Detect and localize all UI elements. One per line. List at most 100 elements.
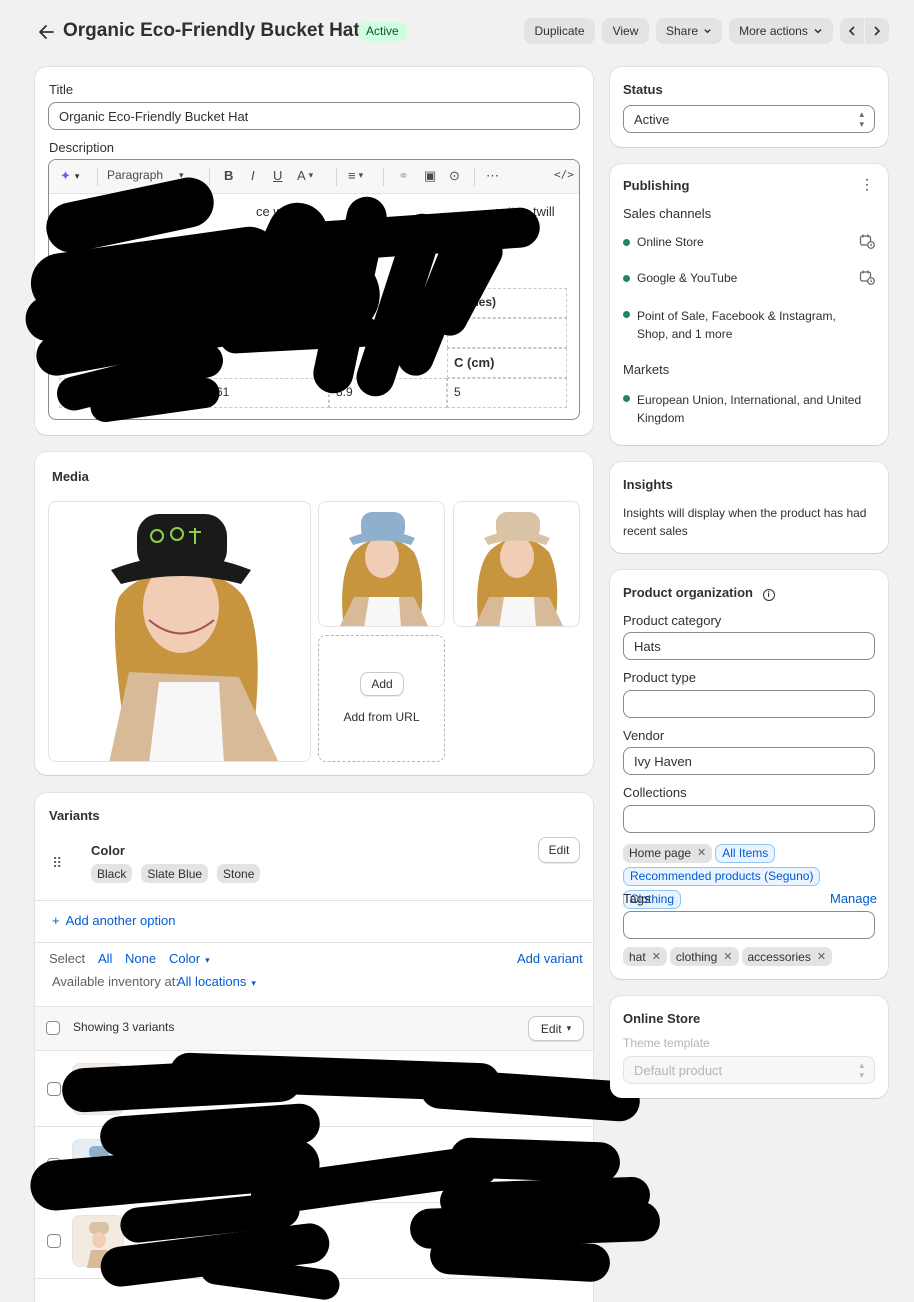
remove-icon[interactable]: ✕ bbox=[723, 950, 732, 963]
product-image-slate-blue[interactable] bbox=[318, 501, 445, 627]
size-table-cell: 5 bbox=[447, 378, 567, 408]
remove-icon[interactable]: ✕ bbox=[652, 950, 661, 963]
add-media-button[interactable]: Add bbox=[360, 672, 404, 696]
text-color-icon[interactable]: A ▾ bbox=[297, 168, 313, 183]
info-icon[interactable]: i bbox=[762, 589, 775, 601]
next-product-button[interactable] bbox=[865, 18, 889, 44]
back-arrow-icon[interactable] bbox=[38, 22, 56, 42]
align-icon[interactable]: ≡ ▾ bbox=[348, 168, 363, 183]
add-variant-link[interactable]: Add variant bbox=[517, 951, 583, 966]
more-actions-button[interactable]: More actions bbox=[729, 18, 833, 44]
tag-chip: accessories ✕ bbox=[741, 947, 833, 966]
video-icon[interactable]: ⊙ bbox=[449, 168, 460, 184]
select-arrows-icon: ▴ ▾ bbox=[859, 109, 864, 129]
code-view-icon[interactable]: </> bbox=[554, 168, 574, 181]
select-all-link[interactable]: All bbox=[98, 951, 112, 966]
vendor-input[interactable]: Ivy Haven bbox=[623, 747, 875, 775]
collections-label: Collections bbox=[623, 785, 687, 800]
italic-icon[interactable]: I bbox=[251, 168, 255, 183]
remove-icon[interactable]: ✕ bbox=[697, 842, 706, 865]
product-image-stone[interactable] bbox=[453, 501, 580, 627]
share-button[interactable]: Share bbox=[656, 18, 722, 44]
vendor-label: Vendor bbox=[623, 728, 665, 743]
tag-chip-label: clothing bbox=[675, 949, 718, 964]
variant-checkbox[interactable] bbox=[47, 1234, 61, 1248]
status-select[interactable]: Active ▴ ▾ bbox=[623, 105, 875, 133]
tags-input[interactable] bbox=[623, 911, 875, 939]
product-type-input[interactable] bbox=[623, 690, 875, 718]
chevron-down-icon: ▾ bbox=[205, 955, 210, 965]
select-label: Select bbox=[49, 951, 86, 966]
divider bbox=[35, 900, 593, 901]
all-locations-label: All locations bbox=[177, 974, 247, 989]
calendar-schedule-icon[interactable] bbox=[859, 233, 875, 252]
link-icon[interactable]: ⚭ bbox=[398, 168, 409, 184]
more-options-icon[interactable]: ⋮ bbox=[860, 177, 874, 191]
chevron-down-icon: ▾ bbox=[251, 978, 256, 988]
chevron-down-icon bbox=[814, 28, 822, 34]
bulk-edit-button[interactable]: Edit ▾ bbox=[528, 1016, 584, 1041]
collections-input[interactable] bbox=[623, 805, 875, 833]
product-type-label: Product type bbox=[623, 670, 696, 685]
available-inventory-label: Available inventory at: bbox=[52, 974, 179, 989]
view-label: View bbox=[612, 24, 639, 38]
add-from-url-link[interactable]: Add from URL bbox=[319, 710, 444, 724]
toolbar-divider bbox=[383, 168, 384, 186]
duplicate-label: Duplicate bbox=[534, 24, 585, 38]
product-category-input[interactable]: Hats bbox=[623, 632, 875, 660]
share-label: Share bbox=[666, 24, 699, 38]
select-none-link[interactable]: None bbox=[125, 951, 156, 966]
duplicate-button[interactable]: Duplicate bbox=[524, 18, 595, 44]
bold-icon[interactable]: B bbox=[224, 168, 233, 183]
publishing-heading: Publishing bbox=[623, 178, 690, 193]
previous-product-button[interactable] bbox=[840, 18, 864, 44]
product-image-black[interactable] bbox=[48, 501, 311, 762]
image-icon[interactable]: ▣ bbox=[424, 168, 436, 184]
collection-chip: Home page ✕ bbox=[623, 842, 713, 865]
theme-template-select: Default product ▴ ▾ bbox=[623, 1056, 875, 1084]
paragraph-label: Paragraph bbox=[107, 168, 164, 182]
underline-icon[interactable]: U bbox=[273, 168, 282, 183]
drag-handle-icon[interactable]: ⠿ bbox=[52, 855, 62, 872]
all-locations-dropdown[interactable]: All locations ▾ bbox=[177, 974, 256, 989]
calendar-schedule-icon[interactable] bbox=[859, 269, 875, 288]
magic-ai-icon[interactable]: ✦ ▾ bbox=[60, 168, 79, 184]
toolbar-divider bbox=[209, 168, 210, 186]
bulk-edit-label: Edit bbox=[540, 1021, 562, 1036]
tag-chip: clothing ✕ bbox=[669, 947, 739, 966]
product-category-label: Product category bbox=[623, 613, 722, 628]
title-input[interactable]: Organic Eco-Friendly Bucket Hat bbox=[48, 102, 580, 130]
add-media-label: Add bbox=[371, 677, 393, 691]
toolbar-divider bbox=[474, 168, 475, 186]
media-dropzone[interactable]: Add Add from URL bbox=[318, 635, 445, 762]
add-another-option-link[interactable]: + Add another option bbox=[52, 913, 175, 928]
channel-other: Point of Sale, Facebook & Instagram, Sho… bbox=[637, 309, 836, 341]
edit-option-button[interactable]: Edit bbox=[538, 837, 580, 863]
market-item: European Union, International, and Unite… bbox=[637, 393, 862, 425]
select-arrows-icon: ▴ ▾ bbox=[859, 1060, 864, 1080]
collection-chip[interactable]: Recommended products (Seguno) bbox=[623, 867, 821, 886]
media-card: Media Add Add from URL bbox=[35, 452, 593, 775]
collection-chip-label: Home page bbox=[629, 846, 692, 860]
product-organization-card: Product organization i Product category … bbox=[610, 570, 888, 979]
collection-chip[interactable]: All Items bbox=[715, 844, 776, 863]
select-color-dropdown[interactable]: Color ▾ bbox=[169, 951, 210, 966]
plus-icon: + bbox=[52, 913, 60, 928]
select-color-label: Color bbox=[169, 951, 201, 966]
select-all-checkbox[interactable] bbox=[46, 1021, 60, 1035]
manage-tags-link[interactable]: Manage bbox=[830, 891, 877, 906]
view-button[interactable]: View bbox=[602, 18, 649, 44]
remove-icon[interactable]: ✕ bbox=[817, 950, 826, 963]
status-card: Status Active ▴ ▾ bbox=[610, 67, 888, 147]
more-formatting-icon[interactable]: ⋯ bbox=[486, 168, 499, 184]
market-status-dot bbox=[623, 395, 630, 402]
add-another-option-label: Add another option bbox=[65, 913, 176, 928]
option-name: Color bbox=[91, 843, 125, 858]
page-title: Organic Eco-Friendly Bucket Hat bbox=[63, 20, 360, 41]
variant-checkbox[interactable] bbox=[47, 1082, 61, 1096]
description-label: Description bbox=[49, 140, 115, 155]
size-table-cell: C (cm) bbox=[447, 348, 567, 378]
sales-channels-label: Sales channels bbox=[623, 206, 712, 221]
tag-chip-label: hat bbox=[629, 949, 646, 964]
status-badge: Active bbox=[358, 22, 407, 41]
